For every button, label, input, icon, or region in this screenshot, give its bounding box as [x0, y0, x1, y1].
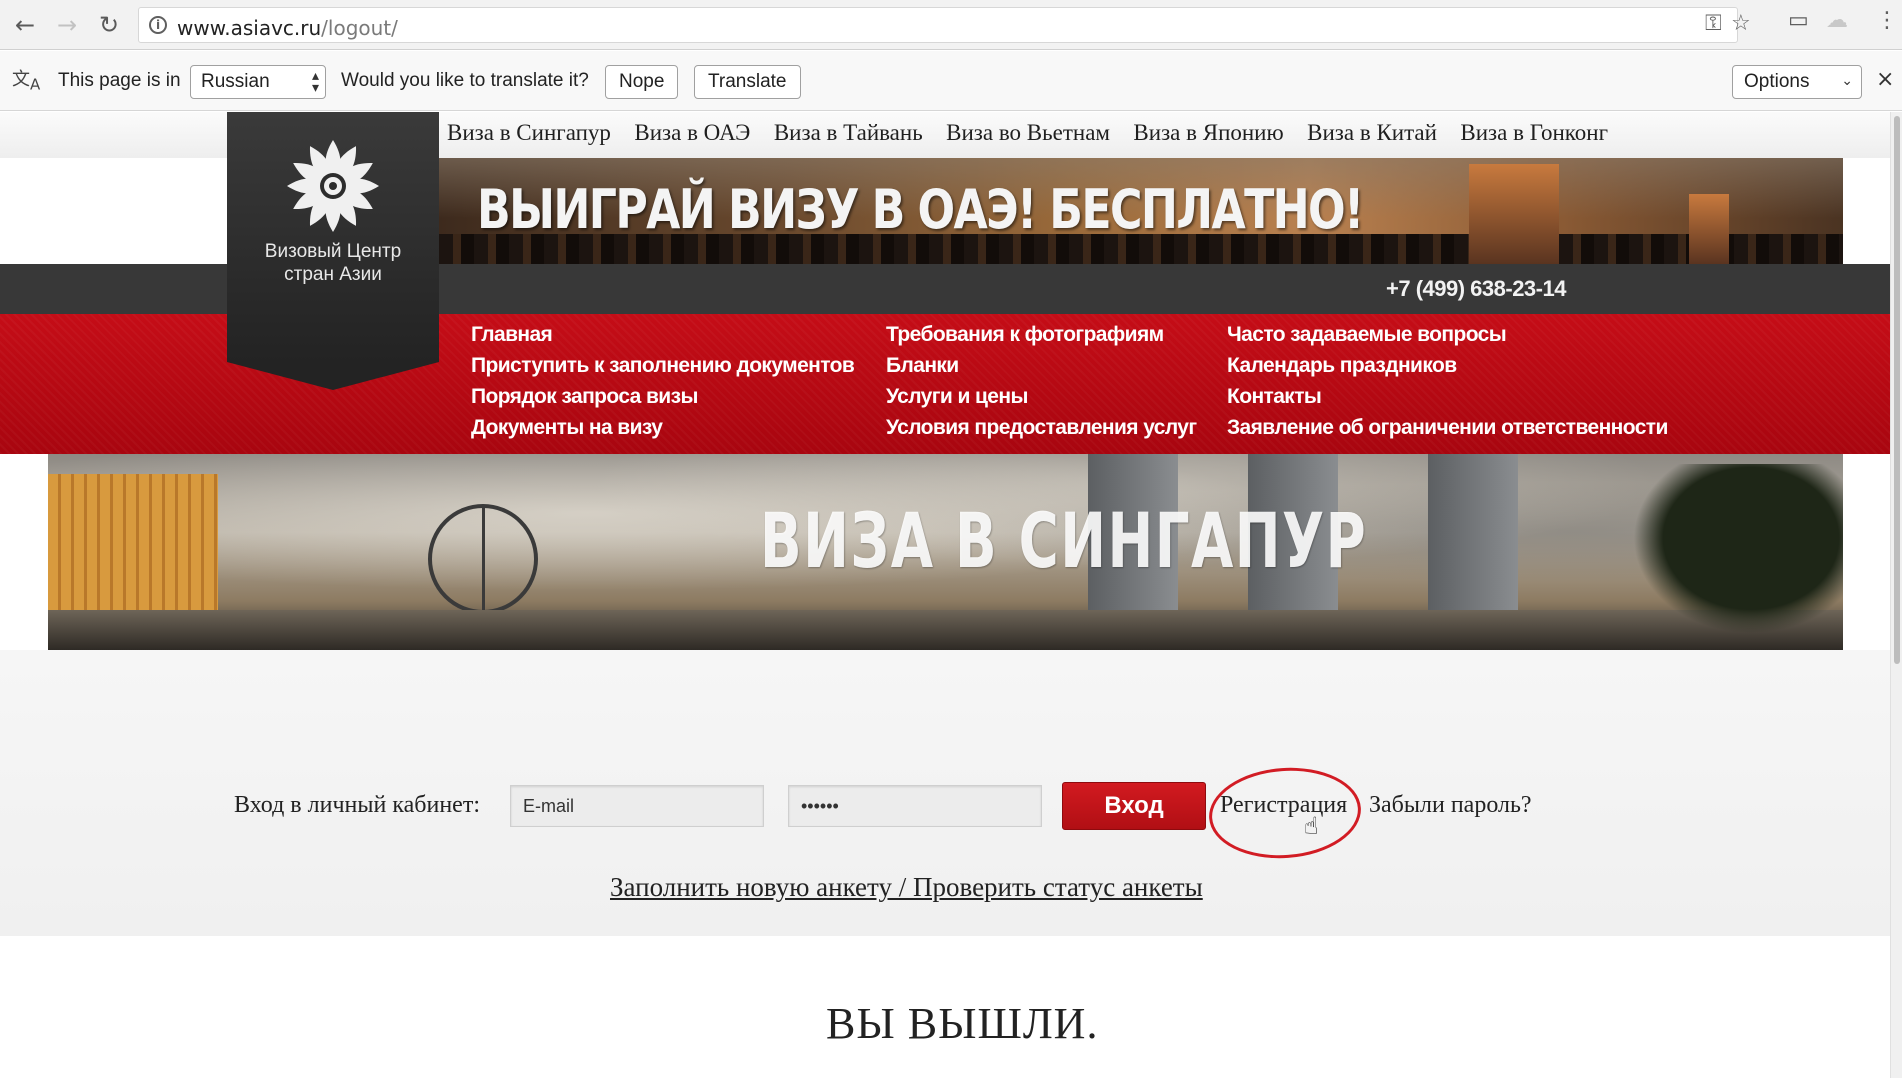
password-key-icon[interactable]: ⚿	[1705, 11, 1722, 36]
language-select[interactable]: Russian ▴ ▾	[190, 65, 326, 99]
close-icon[interactable]: ×	[1876, 67, 1894, 92]
promo-banner[interactable]: ВЫИГРАЙ ВИЗУ В ОАЭ! БЕСПЛАТНО!	[439, 158, 1843, 264]
menu-dots-icon[interactable]: ⋮	[1876, 8, 1898, 33]
visa-link-vietnam[interactable]: Виза во Вьетнам	[946, 120, 1110, 145]
email-field[interactable]: E-mail	[510, 785, 764, 827]
visa-link-japan[interactable]: Виза в Японию	[1133, 120, 1283, 145]
promo-title: ВЫИГРАЙ ВИЗУ В ОАЭ! БЕСПЛАТНО!	[477, 178, 1364, 241]
options-select[interactable]: Options ⌄	[1732, 65, 1862, 99]
chevron-down-icon: ⌄	[1841, 73, 1853, 89]
site-info-icon[interactable]: i	[149, 16, 167, 34]
page-viewport: Виза в Сингапур Виза в ОАЭ Виза в Тайван…	[0, 112, 1890, 1078]
menu-column-2: Требования к фотографиям Бланки Услуги и…	[886, 319, 1197, 443]
updown-caret-icon: ▴ ▾	[311, 68, 319, 96]
reload-icon[interactable]: ↻	[92, 8, 126, 42]
menu-item-contacts[interactable]: Контакты	[1227, 381, 1668, 412]
visa-links: Виза в Сингапур Виза в ОАЭ Виза в Тайван…	[447, 120, 1627, 146]
back-arrow-icon[interactable]: ←	[8, 8, 42, 42]
language-value: Russian	[201, 71, 270, 92]
visa-link-uae[interactable]: Виза в ОАЭ	[634, 120, 750, 145]
menu-item-home[interactable]: Главная	[471, 319, 854, 350]
menu-item-services-prices[interactable]: Услуги и цены	[886, 381, 1197, 412]
password-field[interactable]: ••••••	[788, 785, 1042, 827]
site-logo[interactable]: Визовый Центр стран Азии	[227, 112, 439, 390]
cast-icon[interactable]: ▭	[1788, 8, 1809, 33]
login-label: Вход в личный кабинет:	[234, 792, 480, 818]
hero-ground	[48, 610, 1843, 650]
menu-item-photo-requirements[interactable]: Требования к фотографиям	[886, 319, 1197, 350]
login-button[interactable]: Вход	[1062, 782, 1206, 830]
menu-item-visa-documents[interactable]: Документы на визу	[471, 412, 854, 443]
options-label: Options	[1744, 71, 1810, 92]
menu-item-visa-procedure[interactable]: Порядок запроса визы	[471, 381, 854, 412]
forward-arrow-icon[interactable]: →	[50, 8, 84, 42]
nope-button[interactable]: Nope	[605, 65, 679, 99]
hand-cursor-icon: ☝	[1304, 812, 1319, 840]
menu-item-faq[interactable]: Часто задаваемые вопросы	[1227, 319, 1668, 350]
browser-toolbar: ← → ↻ i www.asiavc.ru/logout/ ⚿ ☆ ▭ ☁ ⋮	[0, 0, 1902, 50]
visa-link-taiwan[interactable]: Виза в Тайвань	[774, 120, 923, 145]
menu-column-3: Часто задаваемые вопросы Календарь празд…	[1227, 319, 1668, 443]
visa-link-singapore[interactable]: Виза в Сингапур	[447, 120, 611, 145]
login-section: Вход в личный кабинет: E-mail •••••• Вхо…	[0, 650, 1890, 936]
hero-title: ВИЗА В СИНГАПУР	[760, 496, 1368, 585]
logo-text: Визовый Центр стран Азии	[227, 240, 439, 286]
menu-item-forms[interactable]: Бланки	[886, 350, 1197, 381]
translate-button[interactable]: Translate	[694, 65, 801, 99]
menu-item-holiday-calendar[interactable]: Календарь праздников	[1227, 350, 1668, 381]
translate-question: Would you like to translate it?	[341, 70, 589, 91]
scrollbar-thumb[interactable]	[1894, 116, 1900, 664]
translate-icon: 文A	[12, 69, 41, 94]
forgot-password-link[interactable]: Забыли пароль?	[1369, 792, 1532, 819]
translate-prefix: This page is in	[58, 70, 181, 91]
page-scrollbar[interactable]	[1890, 112, 1902, 1078]
visa-link-china[interactable]: Виза в Китай	[1307, 120, 1437, 145]
promo-tower	[1469, 164, 1559, 264]
translate-infobar: 文A This page is in Russian ▴ ▾ Would you …	[0, 51, 1902, 111]
promo-tower	[1689, 194, 1729, 264]
menu-item-disclaimer[interactable]: Заявление об ограничении ответственности	[1227, 412, 1668, 443]
visa-link-hongkong[interactable]: Виза в Гонконг	[1460, 120, 1608, 145]
logout-message: ВЫ ВЫШЛИ.	[826, 999, 1099, 1048]
application-form-link[interactable]: Заполнить новую анкету / Проверить стату…	[610, 872, 1203, 903]
hero-ferris-wheel	[428, 504, 538, 614]
hero-palm	[1613, 464, 1843, 650]
bookmark-star-icon[interactable]: ☆	[1731, 11, 1751, 36]
address-bar[interactable]: i www.asiavc.ru/logout/ ⚿ ☆	[138, 7, 1751, 43]
cloud-extension-icon[interactable]: ☁	[1826, 8, 1848, 33]
highlight-circle	[1206, 762, 1364, 864]
menu-column-1: Главная Приступить к заполнению документ…	[471, 319, 855, 443]
phone-number[interactable]: +7 (499) 638-23-14	[1386, 276, 1566, 302]
hero-banner: ВИЗА В СИНГАПУР	[48, 454, 1843, 650]
logo-line-2: стран Азии	[284, 264, 382, 285]
url-text[interactable]: www.asiavc.ru/logout/	[177, 16, 398, 40]
menu-item-service-terms[interactable]: Условия предоставления услуг	[886, 412, 1197, 443]
lotus-logo-icon	[287, 140, 379, 232]
menu-item-start-documents[interactable]: Приступить к заполнению документов	[471, 350, 855, 381]
logo-line-1: Визовый Центр	[264, 241, 402, 262]
